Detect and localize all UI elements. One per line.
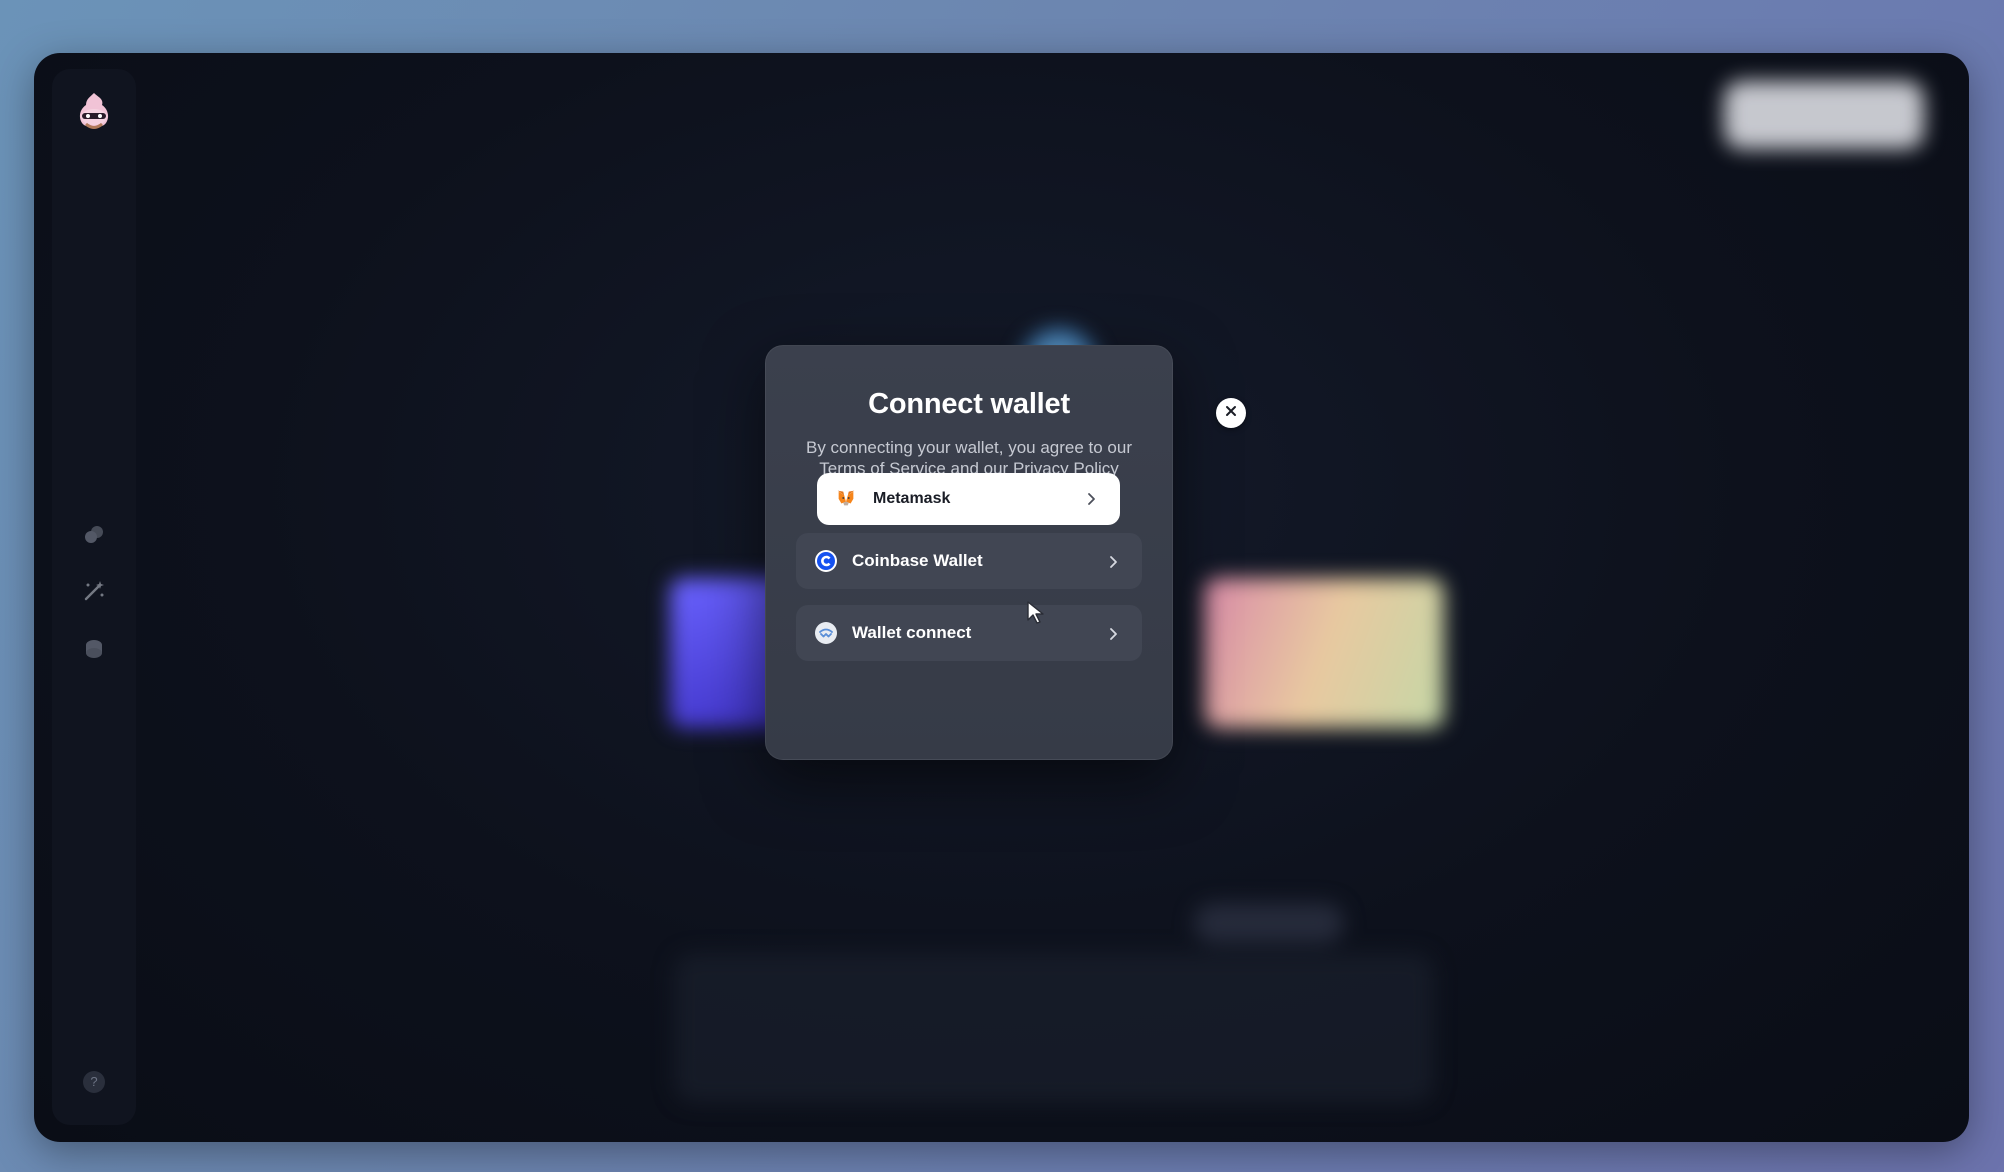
wallet-connect-option-button[interactable]: Wallet connect <box>796 605 1142 661</box>
blurred-prompt-input <box>674 953 1434 1103</box>
close-icon <box>1224 404 1238 423</box>
mouse-cursor-icon <box>1026 600 1048 626</box>
magic-wand-icon[interactable] <box>80 577 108 605</box>
coinbase-wallet-option-label: Coinbase Wallet <box>852 551 983 570</box>
help-icon[interactable]: ? <box>83 1071 105 1093</box>
walletconnect-icon <box>814 621 838 645</box>
wallet-connect-option-label: Wallet connect <box>852 623 972 642</box>
chevron-right-icon <box>1106 554 1120 568</box>
coinbase-icon <box>814 549 838 573</box>
chevron-right-icon <box>1084 492 1098 506</box>
sidebar: ? <box>52 69 136 1125</box>
close-button[interactable] <box>1216 398 1246 428</box>
connect-wallet-modal: Connect wallet By connecting your wallet… <box>765 345 1173 760</box>
logo-avatar-icon[interactable] <box>74 91 114 135</box>
coins-icon[interactable] <box>80 635 108 663</box>
modal-title: Connect wallet <box>868 388 1070 420</box>
blurred-chip <box>1194 903 1344 943</box>
metamask-fox-icon <box>835 487 859 511</box>
metamask-option-label: Metamask <box>873 490 951 507</box>
coinbase-wallet-option-button[interactable]: Coinbase Wallet <box>796 533 1142 589</box>
metamask-option-button[interactable]: Metamask <box>817 473 1120 525</box>
blurred-connect-button <box>1724 81 1924 149</box>
blurred-card-right <box>1204 578 1444 728</box>
layers-icon[interactable] <box>80 521 108 549</box>
chevron-right-icon <box>1106 626 1120 640</box>
